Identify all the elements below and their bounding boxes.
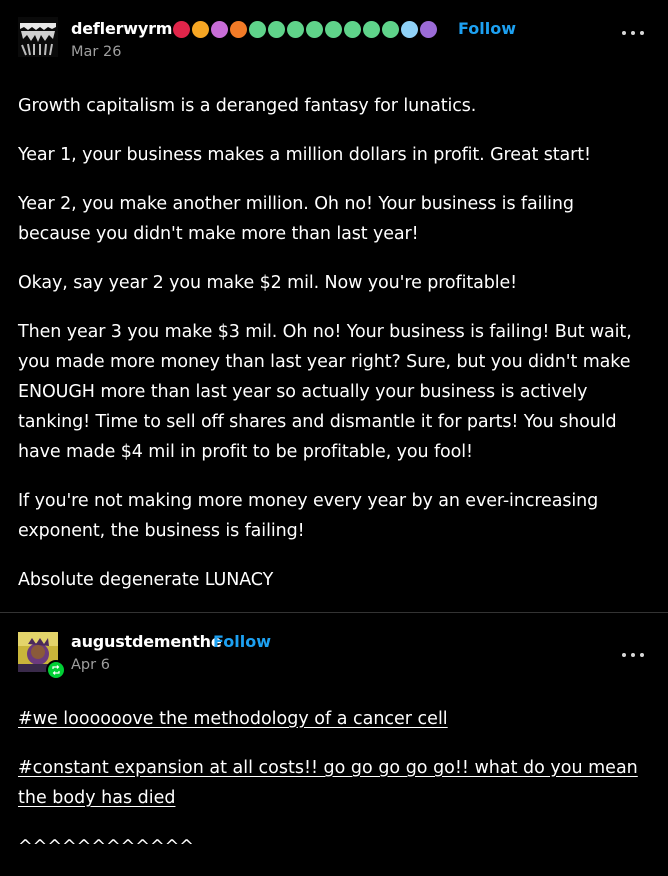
more-options-icon[interactable] <box>622 28 644 38</box>
reblog-username[interactable]: augustdementhe <box>71 632 222 651</box>
reblog-trailing-text: ^^^^^^^^^^^^ <box>18 837 194 857</box>
post-paragraph: If you're not making more money every ye… <box>18 491 599 541</box>
post-body: Growth capitalism is a deranged fantasy … <box>0 91 668 595</box>
user-badges <box>173 21 437 39</box>
badge-icon <box>287 21 304 38</box>
reblog-body: #we loooooove the methodology of a cance… <box>18 704 650 862</box>
reblog-date[interactable]: Apr 6 <box>71 657 110 673</box>
badge-icon <box>306 21 323 38</box>
badge-icon <box>325 21 342 38</box>
reblog-more-options-icon[interactable] <box>622 650 644 660</box>
post-paragraph: Okay, say year 2 you make $2 mil. Now yo… <box>18 273 518 293</box>
tag-link[interactable]: #we loooooove the methodology of a cance… <box>18 704 650 734</box>
badge-icon <box>211 21 228 38</box>
post-paragraph: Growth capitalism is a deranged fantasy … <box>18 96 477 116</box>
post-date[interactable]: Mar 26 <box>71 44 121 60</box>
tag-link[interactable]: #constant expansion at all costs!! go go… <box>18 753 650 813</box>
post-paragraph: Absolute degenerate LUNACY <box>18 570 274 590</box>
badge-icon <box>268 21 285 38</box>
post-paragraph: Year 2, you make another million. Oh no!… <box>18 194 574 244</box>
avatar[interactable] <box>18 17 58 57</box>
badge-icon <box>192 21 209 38</box>
badge-icon <box>363 21 380 38</box>
reblog-header: augustdementhe Follow Apr 6 <box>0 613 668 693</box>
username[interactable]: deflerwyrm <box>71 19 172 38</box>
badge-icon <box>173 21 190 38</box>
badge-icon <box>401 21 418 38</box>
post-paragraph: Then year 3 you make $3 mil. Oh no! Your… <box>18 322 632 462</box>
badge-icon <box>344 21 361 38</box>
badge-icon <box>249 21 266 38</box>
badge-icon <box>382 21 399 38</box>
badge-icon <box>420 21 437 38</box>
original-post: deflerwyrm Follow Mar 26 Growth capitali… <box>0 0 668 595</box>
follow-button[interactable]: Follow <box>458 19 516 38</box>
post-paragraph: Year 1, your business makes a million do… <box>18 145 591 165</box>
reblog-follow-button[interactable]: Follow <box>213 632 271 651</box>
post-header: deflerwyrm Follow Mar 26 <box>0 0 668 80</box>
badge-icon <box>230 21 247 38</box>
